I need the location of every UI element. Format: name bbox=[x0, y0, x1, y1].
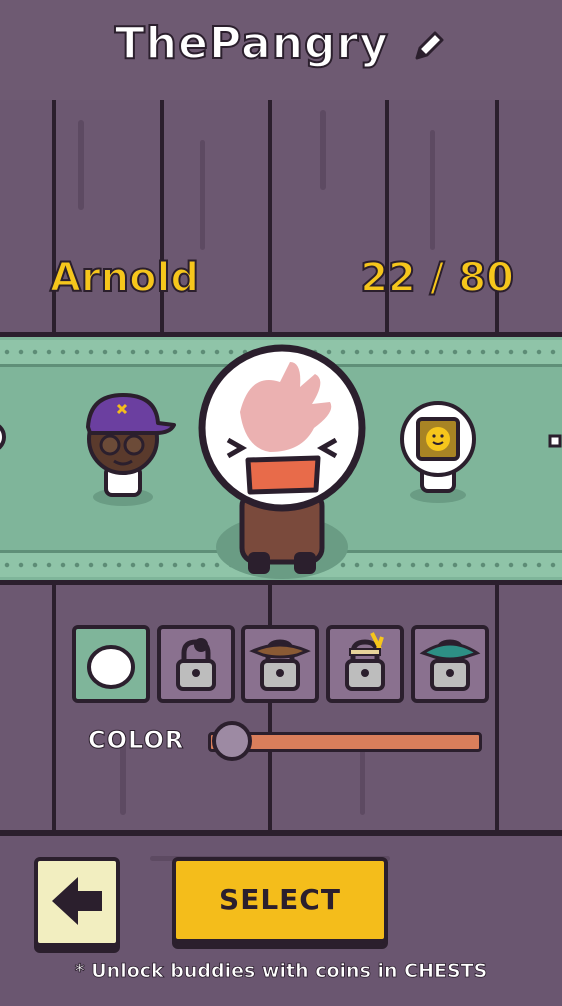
tv-head-buddy[interactable] bbox=[396, 397, 486, 507]
cap-glasses-buddy[interactable] bbox=[78, 387, 178, 507]
slap-face-buddy[interactable] bbox=[190, 342, 375, 582]
wood-panel-lower bbox=[0, 585, 562, 830]
unlock-hint: * Unlock buddies with coins in CHESTS bbox=[74, 960, 488, 983]
arrow-left-icon bbox=[52, 877, 102, 925]
select-button[interactable]: SELECT bbox=[172, 857, 388, 943]
lock-icon bbox=[249, 639, 311, 691]
offscreen-buddy-right[interactable] bbox=[548, 432, 562, 452]
player-name: ThePangry bbox=[114, 17, 389, 70]
skin-slot-locked-3[interactable] bbox=[326, 625, 404, 703]
lock-icon bbox=[176, 638, 216, 691]
lock-icon bbox=[419, 639, 481, 691]
skin-slot-locked-2[interactable] bbox=[241, 625, 319, 703]
offscreen-buddy-left[interactable] bbox=[0, 417, 10, 457]
skin-slot-locked-1[interactable] bbox=[157, 625, 235, 703]
plain-white-head-icon bbox=[87, 645, 135, 689]
lock-icon bbox=[345, 632, 385, 691]
skin-slot-locked-4[interactable] bbox=[411, 625, 489, 703]
color-label: COLOR bbox=[87, 726, 185, 755]
select-button-label: SELECT bbox=[219, 883, 341, 916]
character-name: Arnold bbox=[49, 254, 200, 302]
character-carousel[interactable] bbox=[0, 332, 562, 585]
player-name-header[interactable]: ThePangry bbox=[0, 17, 562, 70]
collection-count: 22 / 80 bbox=[359, 254, 515, 302]
pencil-icon[interactable] bbox=[411, 28, 447, 64]
skin-slot-plain[interactable] bbox=[72, 625, 150, 703]
back-button[interactable] bbox=[34, 857, 120, 947]
color-slider-knob[interactable] bbox=[212, 721, 252, 761]
